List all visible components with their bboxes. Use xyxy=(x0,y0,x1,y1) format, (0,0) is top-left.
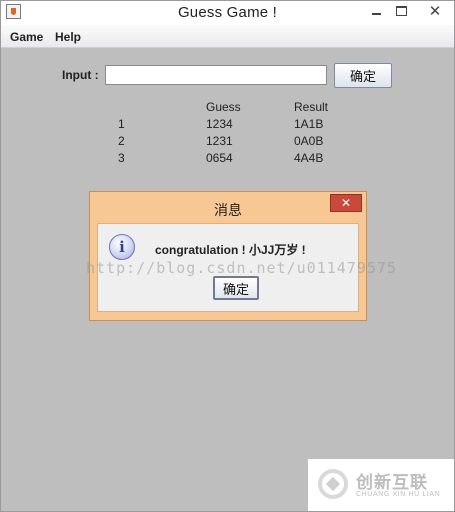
menu-bar: Game Help xyxy=(1,25,454,48)
row-guess: 1231 xyxy=(206,134,233,148)
dialog-message: congratulation ! 小JJ万岁 ! xyxy=(155,243,306,257)
maximize-icon xyxy=(395,6,407,16)
row-guess: 0654 xyxy=(206,151,233,165)
row-guess: 1234 xyxy=(206,117,233,131)
title-bar[interactable]: Guess Game ! ✕ xyxy=(1,1,454,25)
dialog-ok-button[interactable]: 确定 xyxy=(213,276,259,300)
maximize-button[interactable] xyxy=(388,1,414,21)
table-row: 2 1231 0A0B xyxy=(1,134,454,151)
menu-help[interactable]: Help xyxy=(55,30,81,44)
table-row: 1 1234 1A1B xyxy=(1,117,454,134)
close-icon: ✕ xyxy=(428,3,442,20)
brand-name-cn: 创新互联 xyxy=(356,473,428,492)
message-dialog: 消息 ✕ i congratulation ! 小JJ万岁 ! 确定 xyxy=(89,191,367,321)
row-index: 1 xyxy=(118,117,125,131)
dialog-title: 消息 xyxy=(214,202,242,218)
minimize-button[interactable] xyxy=(363,1,389,21)
close-button[interactable]: ✕ xyxy=(415,1,455,21)
dialog-close-button[interactable]: ✕ xyxy=(330,194,362,212)
row-result: 1A1B xyxy=(294,117,324,131)
row-index: 2 xyxy=(118,134,125,148)
column-header-result: Result xyxy=(294,100,329,114)
input-label: Input : xyxy=(62,68,99,82)
table-row: 3 0654 4A4B xyxy=(1,151,454,168)
guess-game-window: Guess Game ! ✕ Game Help Input : 确定 Gues… xyxy=(0,0,455,512)
row-index: 3 xyxy=(118,151,125,165)
watermark: http://blog.csdn.net/u011479575 xyxy=(86,259,397,277)
minimize-icon xyxy=(371,13,381,15)
row-result: 0A0B xyxy=(294,134,324,148)
menu-game[interactable]: Game xyxy=(10,30,43,44)
column-header-guess: Guess xyxy=(206,100,241,114)
confirm-button[interactable]: 确定 xyxy=(334,63,392,88)
row-result: 4A4B xyxy=(294,151,324,165)
brand-logo: 创新互联 CHUANG XIN HU LIAN xyxy=(308,459,454,511)
info-icon: i xyxy=(109,234,135,260)
brand-name-en: CHUANG XIN HU LIAN xyxy=(356,491,441,498)
brand-mark-icon xyxy=(318,469,348,499)
guess-input[interactable] xyxy=(105,65,327,85)
close-icon: ✕ xyxy=(340,196,352,210)
